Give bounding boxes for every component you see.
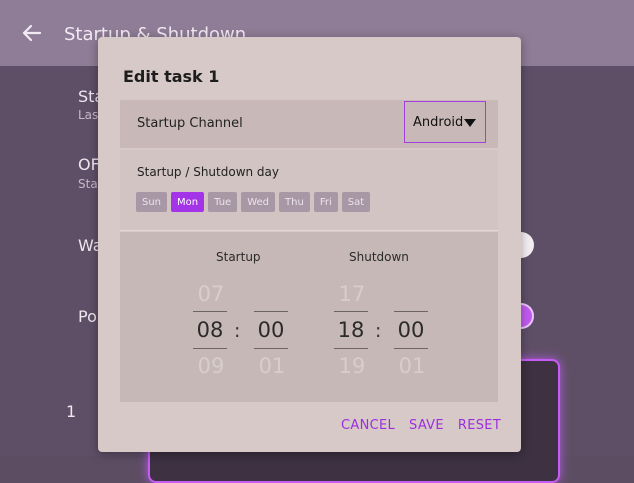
divider-line [394,311,428,312]
startup-label: Startup [216,250,261,264]
shutdown-hour[interactable]: 18 [333,318,369,342]
arrow-left-icon[interactable] [20,22,42,44]
day-chip-tue[interactable]: Tue [208,192,238,212]
caret-down-icon [464,119,476,127]
divider-line [193,311,227,312]
startup-minute-next[interactable]: 01 [252,354,292,378]
startup-hour[interactable]: 08 [192,318,228,342]
task-number: 1 [66,402,77,421]
startup-minute[interactable]: 00 [253,318,289,342]
divider-line [254,348,288,349]
colon: : [375,320,382,342]
dialog-actions: CANCEL SAVE RESET [341,418,501,433]
edit-task-dialog: Edit task 1 Startup Channel Android Star… [98,37,521,452]
startup-channel-row: Startup Channel Android [120,100,498,148]
divider-line [334,348,368,349]
divider-line [254,311,288,312]
cancel-button[interactable]: CANCEL [341,418,395,433]
startup-channel-value: Android [413,115,464,130]
startup-channel-select[interactable]: Android [404,101,486,143]
shutdown-label: Shutdown [349,250,409,264]
day-chip-sat[interactable]: Sat [341,192,371,212]
day-chip-thu[interactable]: Thu [279,192,310,212]
divider-line [193,348,227,349]
settings-item-sub: Las [78,108,99,122]
day-chip-fri[interactable]: Fri [313,192,338,212]
reset-button[interactable]: RESET [458,418,501,433]
colon: : [234,320,241,342]
startup-channel-label: Startup Channel [137,116,243,131]
settings-item-sub: Sta [78,177,98,191]
settings-item-label[interactable]: Po [78,307,97,326]
day-chip-mon[interactable]: Mon [171,192,205,212]
settings-item-label[interactable]: OF [78,155,100,174]
divider-line [334,311,368,312]
day-chips: Sun Mon Tue Wed Thu Fri Sat [136,192,371,212]
shutdown-hour-prev[interactable]: 17 [332,282,372,306]
shutdown-hour-next[interactable]: 19 [332,354,372,378]
divider-line [394,348,428,349]
save-button[interactable]: SAVE [409,418,444,433]
startup-hour-prev[interactable]: 07 [191,282,231,306]
startup-hour-next[interactable]: 09 [191,354,231,378]
dialog-title: Edit task 1 [123,67,220,86]
day-chip-wed[interactable]: Wed [241,192,276,212]
time-picker-area: Startup Shutdown 07 08 09 : 00 01 17 18 … [120,232,498,402]
day-chip-sun[interactable]: Sun [136,192,168,212]
shutdown-minute-next[interactable]: 01 [392,354,432,378]
day-row: Startup / Shutdown day Sun Mon Tue Wed T… [120,150,498,231]
day-label: Startup / Shutdown day [137,165,280,179]
shutdown-minute[interactable]: 00 [393,318,429,342]
